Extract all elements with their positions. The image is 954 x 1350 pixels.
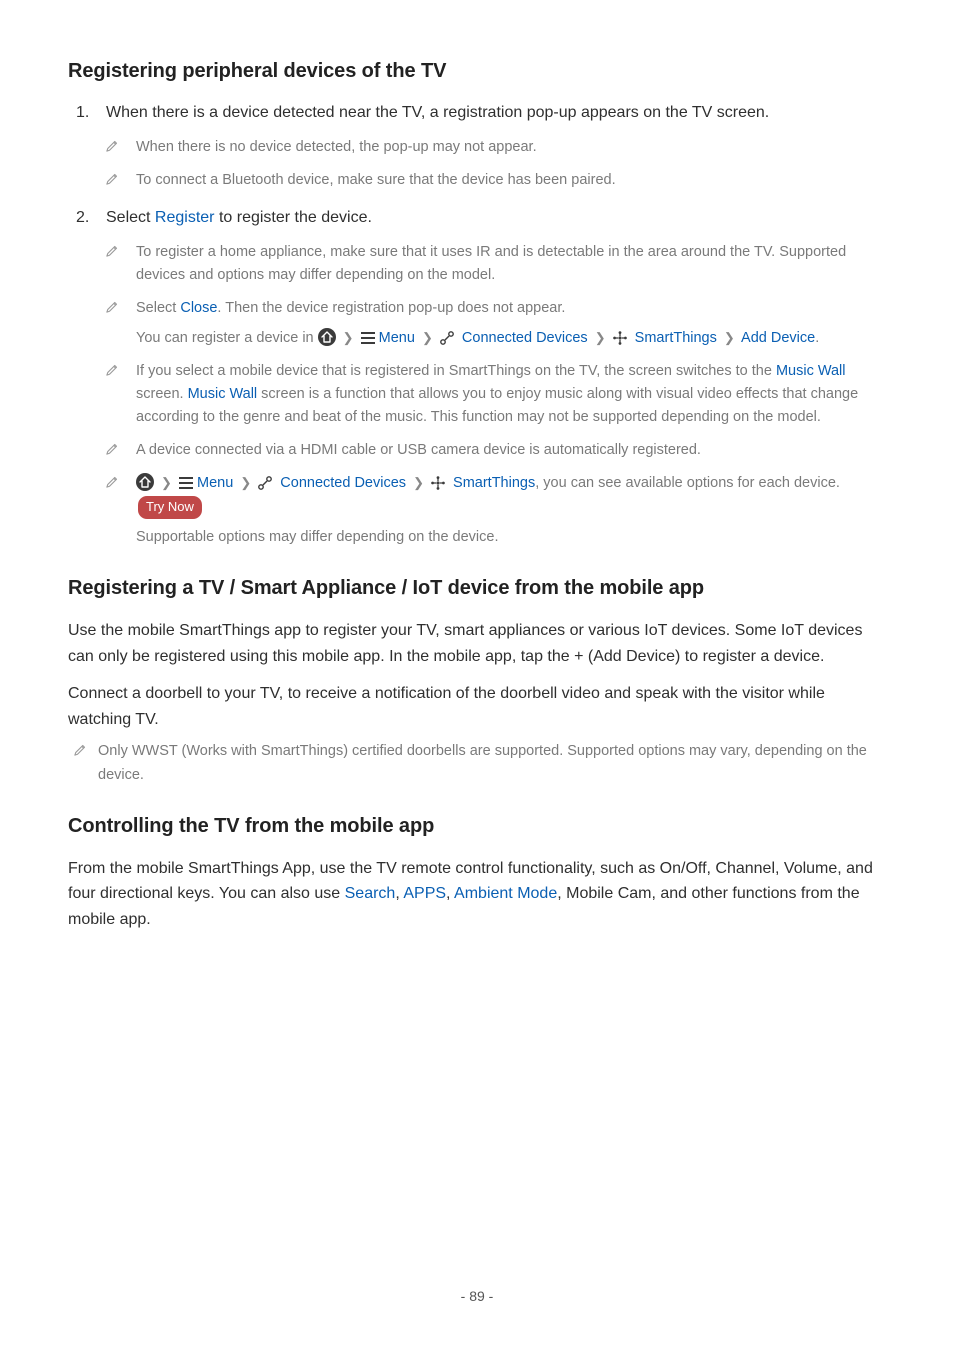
chevron-right-icon: ❯ [413,473,424,494]
note-wwst: Only WWST (Works with SmartThings) certi… [68,740,886,786]
try-now-button[interactable]: Try Now [138,496,202,520]
note-no-device: When there is no device detected, the po… [106,136,886,159]
pencil-icon [106,299,120,313]
heading-controlling-tv: Controlling the TV from the mobile app [68,815,886,838]
controlling-tv-paragraph: From the mobile SmartThings App, use the… [68,856,886,933]
menu-link[interactable]: Menu [379,330,415,346]
smartthings-icon [431,475,449,493]
note-bluetooth-pair: To connect a Bluetooth device, make sure… [106,169,886,192]
connected-devices-icon [258,475,276,493]
mobile-app-paragraph-1: Use the mobile SmartThings app to regist… [68,618,886,669]
home-icon [318,328,336,346]
connected-devices-icon [440,330,458,348]
add-device-link[interactable]: Add Device [741,330,815,346]
menu-icon [361,332,375,344]
connected-devices-link[interactable]: Connected Devices [462,330,588,346]
note-home-appliance: To register a home appliance, make sure … [106,241,886,287]
menu-link[interactable]: Menu [197,475,233,491]
search-link[interactable]: Search [345,885,396,902]
page-number: - 89 - [0,1288,954,1304]
mobile-app-paragraph-2: Connect a doorbell to your TV, to receiv… [68,681,886,732]
step-2: Select Register to register the device. … [68,206,886,549]
music-wall-link-2[interactable]: Music Wall [188,386,258,402]
pencil-icon [106,362,120,376]
home-icon [136,473,154,491]
pencil-icon [106,138,120,152]
pencil-icon [106,171,120,185]
ambient-mode-link[interactable]: Ambient Mode [454,885,557,902]
connected-devices-link[interactable]: Connected Devices [280,475,406,491]
step-1-text: When there is a device detected near the… [106,104,769,121]
heading-registering-mobile-app: Registering a TV / Smart Appliance / IoT… [68,577,886,600]
menu-icon [179,477,193,489]
note-select-close: Select Close. Then the device registrati… [106,297,886,349]
chevron-right-icon: ❯ [724,328,735,349]
note-music-wall: If you select a mobile device that is re… [106,360,886,430]
music-wall-link[interactable]: Music Wall [776,363,846,379]
heading-registering-peripheral: Registering peripheral devices of the TV [68,60,886,83]
close-link[interactable]: Close [180,300,217,316]
smartthings-link[interactable]: SmartThings [635,330,717,346]
smartthings-link[interactable]: SmartThings [453,475,535,491]
chevron-right-icon: ❯ [595,328,606,349]
chevron-right-icon: ❯ [240,473,251,494]
apps-link[interactable]: APPS [403,885,446,902]
chevron-right-icon: ❯ [343,328,354,349]
register-link[interactable]: Register [155,209,215,226]
chevron-right-icon: ❯ [161,473,172,494]
pencil-icon [74,742,88,756]
pencil-icon [106,441,120,455]
step-1: When there is a device detected near the… [68,101,886,192]
note-hdmi-usb: A device connected via a HDMI cable or U… [106,439,886,462]
note-available-options: ❯ Menu ❯ Connected Devices ❯ SmartThings… [106,472,886,549]
pencil-icon [106,474,120,488]
pencil-icon [106,243,120,257]
registering-steps-list: When there is a device detected near the… [68,101,886,549]
note-register-path: You can register a device in ❯ Menu ❯ Co… [136,327,886,350]
smartthings-icon [613,330,631,348]
chevron-right-icon: ❯ [422,328,433,349]
